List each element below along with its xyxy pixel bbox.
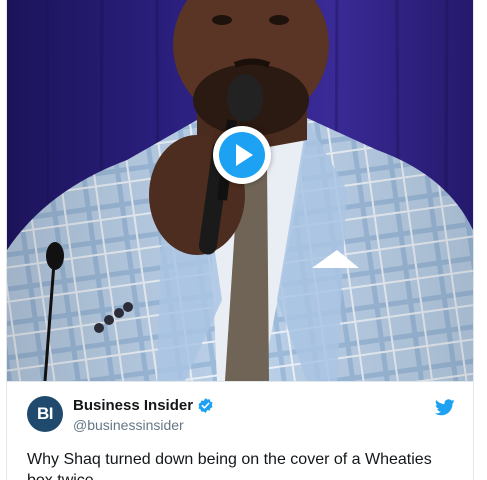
play-icon bbox=[219, 132, 265, 178]
video-frame bbox=[7, 0, 473, 381]
twitter-bird-icon[interactable] bbox=[435, 399, 455, 416]
author-handle[interactable]: @businessinsider bbox=[73, 417, 214, 433]
tweet-header: BI Business Insider @businessinsider bbox=[7, 381, 473, 442]
display-name-text: Business Insider bbox=[73, 397, 194, 414]
author-display-name[interactable]: Business Insider bbox=[73, 397, 214, 414]
verified-badge-icon bbox=[198, 398, 213, 413]
tweet-text: Why Shaq turned down being on the cover … bbox=[27, 451, 432, 480]
author-block[interactable]: Business Insider @businessinsider bbox=[73, 397, 214, 433]
play-button[interactable] bbox=[213, 126, 271, 184]
tweet-card: BI Business Insider @businessinsider Why… bbox=[6, 0, 474, 480]
video-thumbnail[interactable] bbox=[7, 0, 473, 381]
avatar[interactable]: BI bbox=[27, 396, 63, 432]
